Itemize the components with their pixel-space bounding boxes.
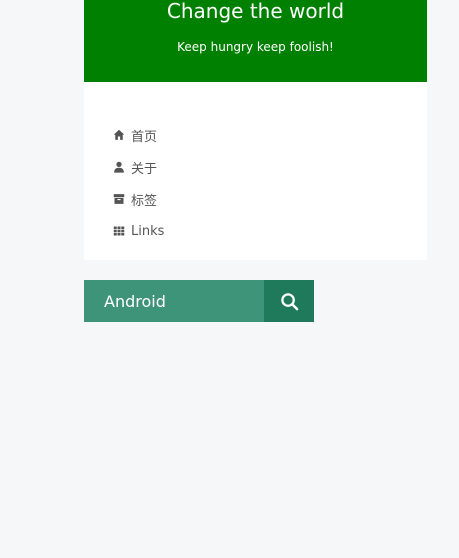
- grid-icon: [112, 224, 126, 238]
- site-title[interactable]: Change the world: [84, 0, 427, 24]
- nav-menu: 首页 关于 标签 Links: [84, 82, 427, 260]
- search-icon: [280, 292, 298, 310]
- search-input[interactable]: [84, 280, 264, 322]
- menu-item-label: Links: [131, 223, 165, 239]
- menu-item-links[interactable]: Links: [112, 215, 164, 247]
- menu-item-label: 标签: [131, 193, 158, 209]
- menu-item-tags[interactable]: 标签: [112, 183, 164, 215]
- site-subtitle: Keep hungry keep foolish!: [177, 40, 334, 54]
- user-icon: [112, 160, 126, 174]
- menu-list: 首页 关于 标签 Links: [112, 119, 164, 247]
- menu-item-about[interactable]: 关于: [112, 151, 164, 183]
- search-button[interactable]: [264, 280, 314, 322]
- archive-icon: [112, 192, 126, 206]
- site-header: Change the world Keep hungry keep foolis…: [84, 0, 427, 82]
- menu-item-home[interactable]: 首页: [112, 119, 164, 151]
- home-icon: [112, 128, 126, 142]
- search-form: [84, 280, 314, 322]
- menu-item-label: 首页: [131, 129, 158, 145]
- menu-item-label: 关于: [131, 161, 158, 177]
